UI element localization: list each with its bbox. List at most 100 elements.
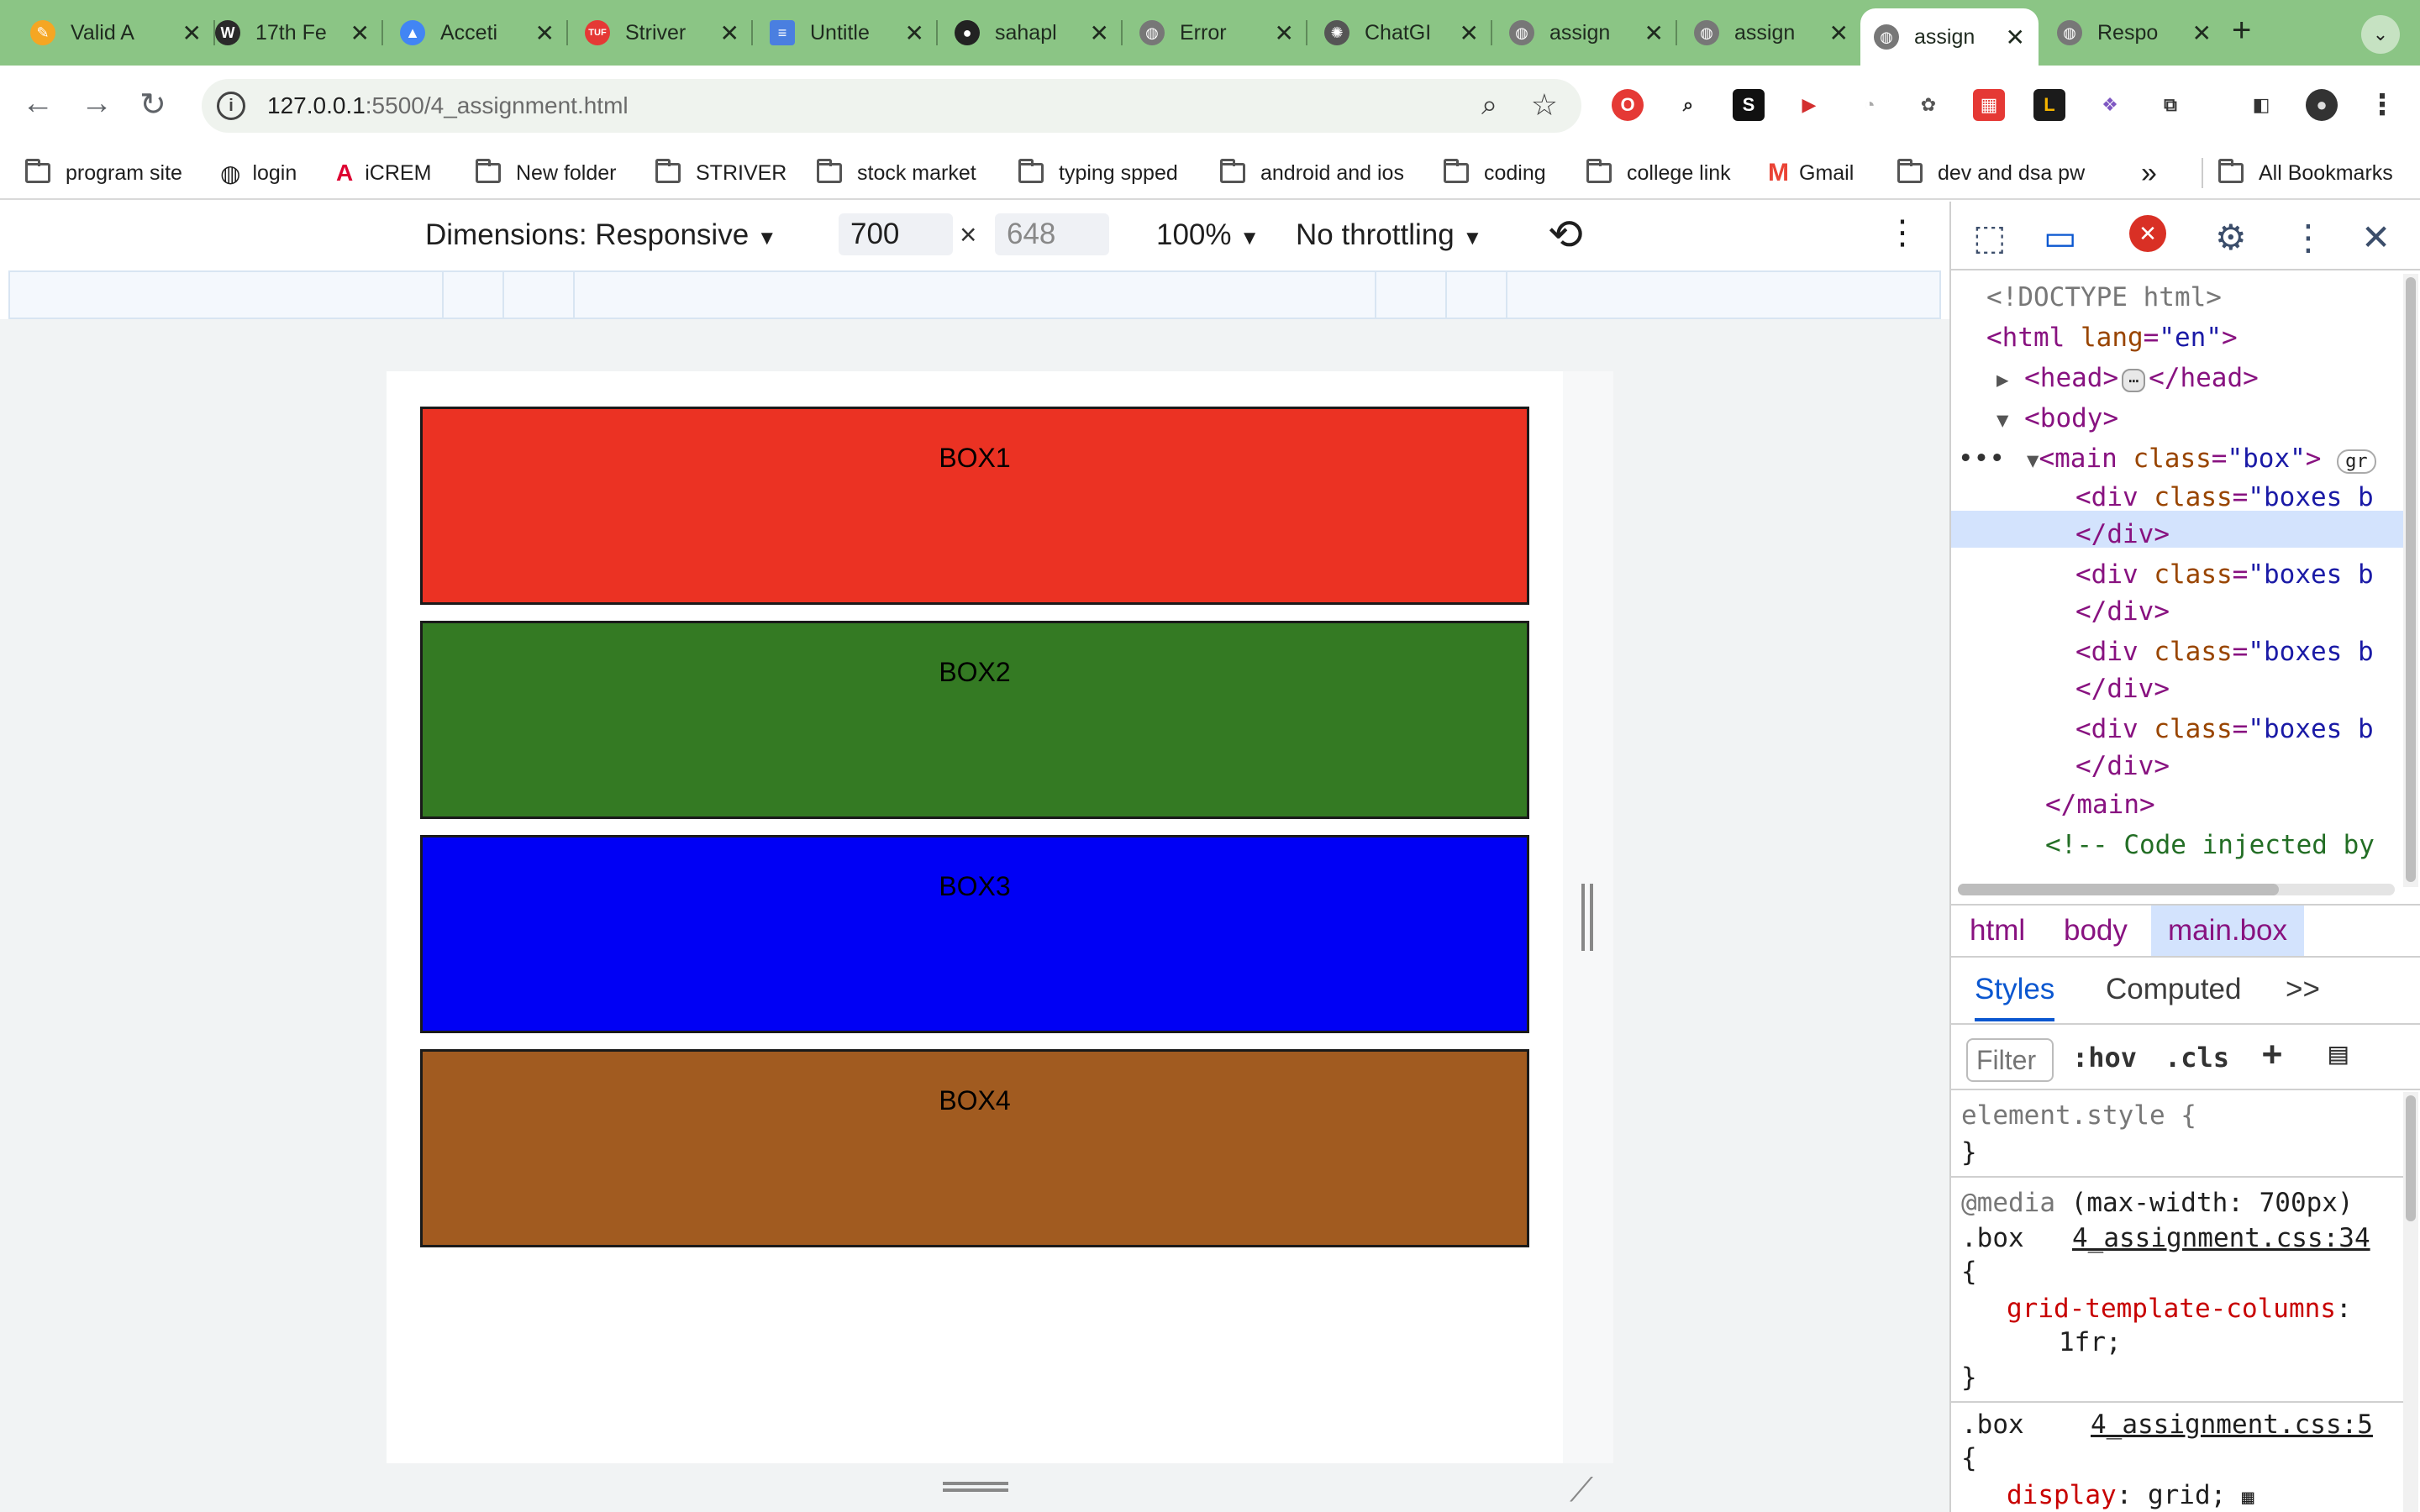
new-tab-plus-icon[interactable]: +	[2232, 12, 2251, 50]
s-extension-icon[interactable]: S	[1733, 89, 1765, 121]
collapse-triangle-icon[interactable]: ▼	[1996, 408, 2008, 432]
source-link[interactable]: 4_assignment.css:34	[2072, 1223, 2370, 1253]
element-style-rule[interactable]: element.style {	[1961, 1100, 2196, 1131]
dom-node-body[interactable]: ▼ <body>	[1996, 403, 2118, 433]
browser-tab[interactable]: ◍ assign ✕	[1681, 8, 1862, 57]
browser-tab-active[interactable]: ◍ assign ✕	[1860, 8, 2039, 66]
play-extension-icon[interactable]: ▶	[1793, 89, 1825, 121]
timer-extension-icon[interactable]: ◔	[1854, 89, 1886, 121]
media-query-bar[interactable]	[8, 270, 1941, 319]
forward-arrow-icon[interactable]: →	[81, 86, 113, 122]
reload-icon[interactable]: ↻	[139, 86, 166, 123]
dom-comment[interactable]: <!-- Code injected by	[2045, 830, 2375, 860]
more-options-icon[interactable]: ⋮	[1886, 213, 1919, 252]
close-icon[interactable]: ✕	[720, 19, 739, 47]
more-options-icon[interactable]: ⋮	[2291, 217, 2326, 258]
close-icon[interactable]: ✕	[1460, 19, 1479, 47]
inspect-element-icon[interactable]: ⬚	[1973, 217, 2007, 258]
breadcrumb-body[interactable]: body	[2064, 914, 2128, 948]
rotate-icon[interactable]: ⟲	[1548, 210, 1583, 259]
close-icon[interactable]: ✕	[535, 19, 555, 47]
dom-node-div[interactable]: <div class="boxes b	[2075, 559, 2374, 590]
collapse-triangle-icon[interactable]: ▼	[2027, 449, 2039, 472]
dom-node[interactable]: <html lang="en">	[1986, 323, 2238, 353]
dom-node-main[interactable]: ▼<main class="box"> gr	[2027, 444, 2376, 474]
rule-selector[interactable]: .box	[1961, 1410, 2024, 1440]
paint-roller-icon[interactable]: ▤	[2329, 1037, 2348, 1071]
dom-node-head[interactable]: ▶ <head> ⋯ </head>	[1996, 363, 2259, 393]
grid-editor-icon[interactable]: ▦	[2242, 1485, 2254, 1509]
dom-node-div[interactable]: <div class="boxes b	[2075, 637, 2374, 667]
browser-tab[interactable]: ◍ Respo ✕	[2044, 8, 2225, 57]
tab-computed[interactable]: Computed	[2106, 973, 2241, 1006]
bookmark-item[interactable]: typing spped	[1018, 158, 1178, 188]
close-icon[interactable]: ✕	[905, 19, 924, 47]
bookmark-item[interactable]: android and ios	[1220, 158, 1404, 188]
browser-tab[interactable]: ✺ ChatGI ✕	[1311, 8, 1492, 57]
browser-tab[interactable]: ▲ Acceti ✕	[387, 8, 568, 57]
close-icon[interactable]: ✕	[1644, 19, 1664, 47]
row-actions-icon[interactable]: •••	[1958, 444, 2005, 474]
grid-badge[interactable]: gr	[2337, 449, 2376, 474]
bookmark-item[interactable]: program site	[25, 158, 182, 188]
bookmark-item[interactable]: AiCREM	[336, 158, 431, 188]
close-icon[interactable]: ✕	[1090, 19, 1109, 47]
resize-handle-bottom[interactable]	[943, 1482, 1008, 1492]
site-info-icon[interactable]: i	[217, 92, 245, 120]
error-badge-icon[interactable]: ✕	[2129, 215, 2166, 252]
close-icon[interactable]: ✕	[2006, 24, 2025, 51]
device-toggle-icon[interactable]: ▭	[2044, 217, 2077, 258]
ellipsis-badge[interactable]: ⋯	[2122, 369, 2146, 392]
dimensions-dropdown[interactable]: Dimensions: Responsive ▼	[425, 218, 777, 252]
close-icon[interactable]: ✕	[350, 19, 370, 47]
filter-input[interactable]	[1966, 1038, 2054, 1082]
browser-tab[interactable]: TUF Striver ✕	[571, 8, 753, 57]
source-link[interactable]: 4_assignment.css:5	[2091, 1410, 2373, 1440]
styles-vertical-scrollbar[interactable]	[2403, 1092, 2418, 1512]
grid-extension-icon[interactable]: ▦	[1973, 89, 2005, 121]
add-rule-plus-icon[interactable]: +	[2262, 1035, 2282, 1074]
style-declaration[interactable]: display: grid; ▦	[2007, 1480, 2254, 1510]
dom-node-div[interactable]: <div class="boxes b	[2075, 482, 2374, 512]
property-value[interactable]: 1fr;	[2059, 1327, 2122, 1357]
zoom-dropdown[interactable]: 100% ▼	[1156, 218, 1260, 252]
dom-node-div[interactable]: <div class="boxes b	[2075, 714, 2374, 744]
browser-tab[interactable]: ● sahapl ✕	[941, 8, 1123, 57]
close-icon[interactable]: ✕	[182, 19, 202, 47]
bookmark-item[interactable]: M Gmail	[1768, 158, 1854, 188]
style-declaration[interactable]: grid-template-columns:	[2007, 1294, 2352, 1324]
resize-corner-icon[interactable]: ⟋	[1570, 1472, 1593, 1509]
cls-toggle[interactable]: .cls	[2165, 1042, 2229, 1074]
breadcrumb-main-box[interactable]: main.box	[2151, 906, 2305, 956]
hov-toggle[interactable]: :hov	[2072, 1042, 2137, 1074]
zoom-magnifier-icon[interactable]: ⌕	[1481, 89, 1497, 122]
browser-tab[interactable]: W 17th Fe ✕	[202, 8, 383, 57]
dom-node[interactable]: <!DOCTYPE html>	[1986, 282, 2222, 312]
back-arrow-icon[interactable]: ←	[22, 86, 54, 122]
rule-selector[interactable]: .box	[1961, 1223, 2024, 1253]
close-icon[interactable]: ✕	[1275, 19, 1294, 47]
throttling-dropdown[interactable]: No throttling ▼	[1296, 218, 1482, 252]
expand-triangle-icon[interactable]: ▶	[1996, 368, 2008, 391]
bookmark-star-icon[interactable]: ☆	[1531, 87, 1558, 123]
more-tabs-chevron-icon[interactable]: >>	[2286, 973, 2320, 1006]
close-icon[interactable]: ✕	[2192, 19, 2212, 47]
cookie-extension-icon[interactable]: ✿	[1912, 89, 1944, 121]
puzzle-extensions-icon[interactable]: ⧉	[2154, 89, 2186, 121]
breadcrumb-html[interactable]: html	[1970, 914, 2025, 948]
tab-search-chevron-icon[interactable]: ⌄	[2361, 15, 2400, 54]
side-panel-icon[interactable]: ◧	[2245, 89, 2277, 121]
profile-avatar[interactable]: ●	[2306, 89, 2338, 121]
bookmark-item[interactable]: stock market	[817, 158, 976, 188]
bookmark-item[interactable]: New folder	[476, 158, 617, 188]
bookmark-item[interactable]: college link	[1586, 158, 1731, 188]
resize-handle-right[interactable]	[1581, 884, 1593, 951]
width-input[interactable]	[839, 213, 953, 255]
search-extension-icon[interactable]: ⌕	[1672, 89, 1704, 121]
browser-tab[interactable]: ◍ assign ✕	[1496, 8, 1677, 57]
kebab-menu-icon[interactable]: ⋮	[2366, 89, 2398, 121]
browser-tab[interactable]: ◍ Error ✕	[1126, 8, 1307, 57]
height-input[interactable]	[995, 213, 1109, 255]
address-bar[interactable]: i 127.0.0.1:5500/4_assignment.html ⌕ ☆	[202, 79, 1581, 133]
browser-tab[interactable]: ✎ Valid A ✕	[17, 8, 215, 57]
